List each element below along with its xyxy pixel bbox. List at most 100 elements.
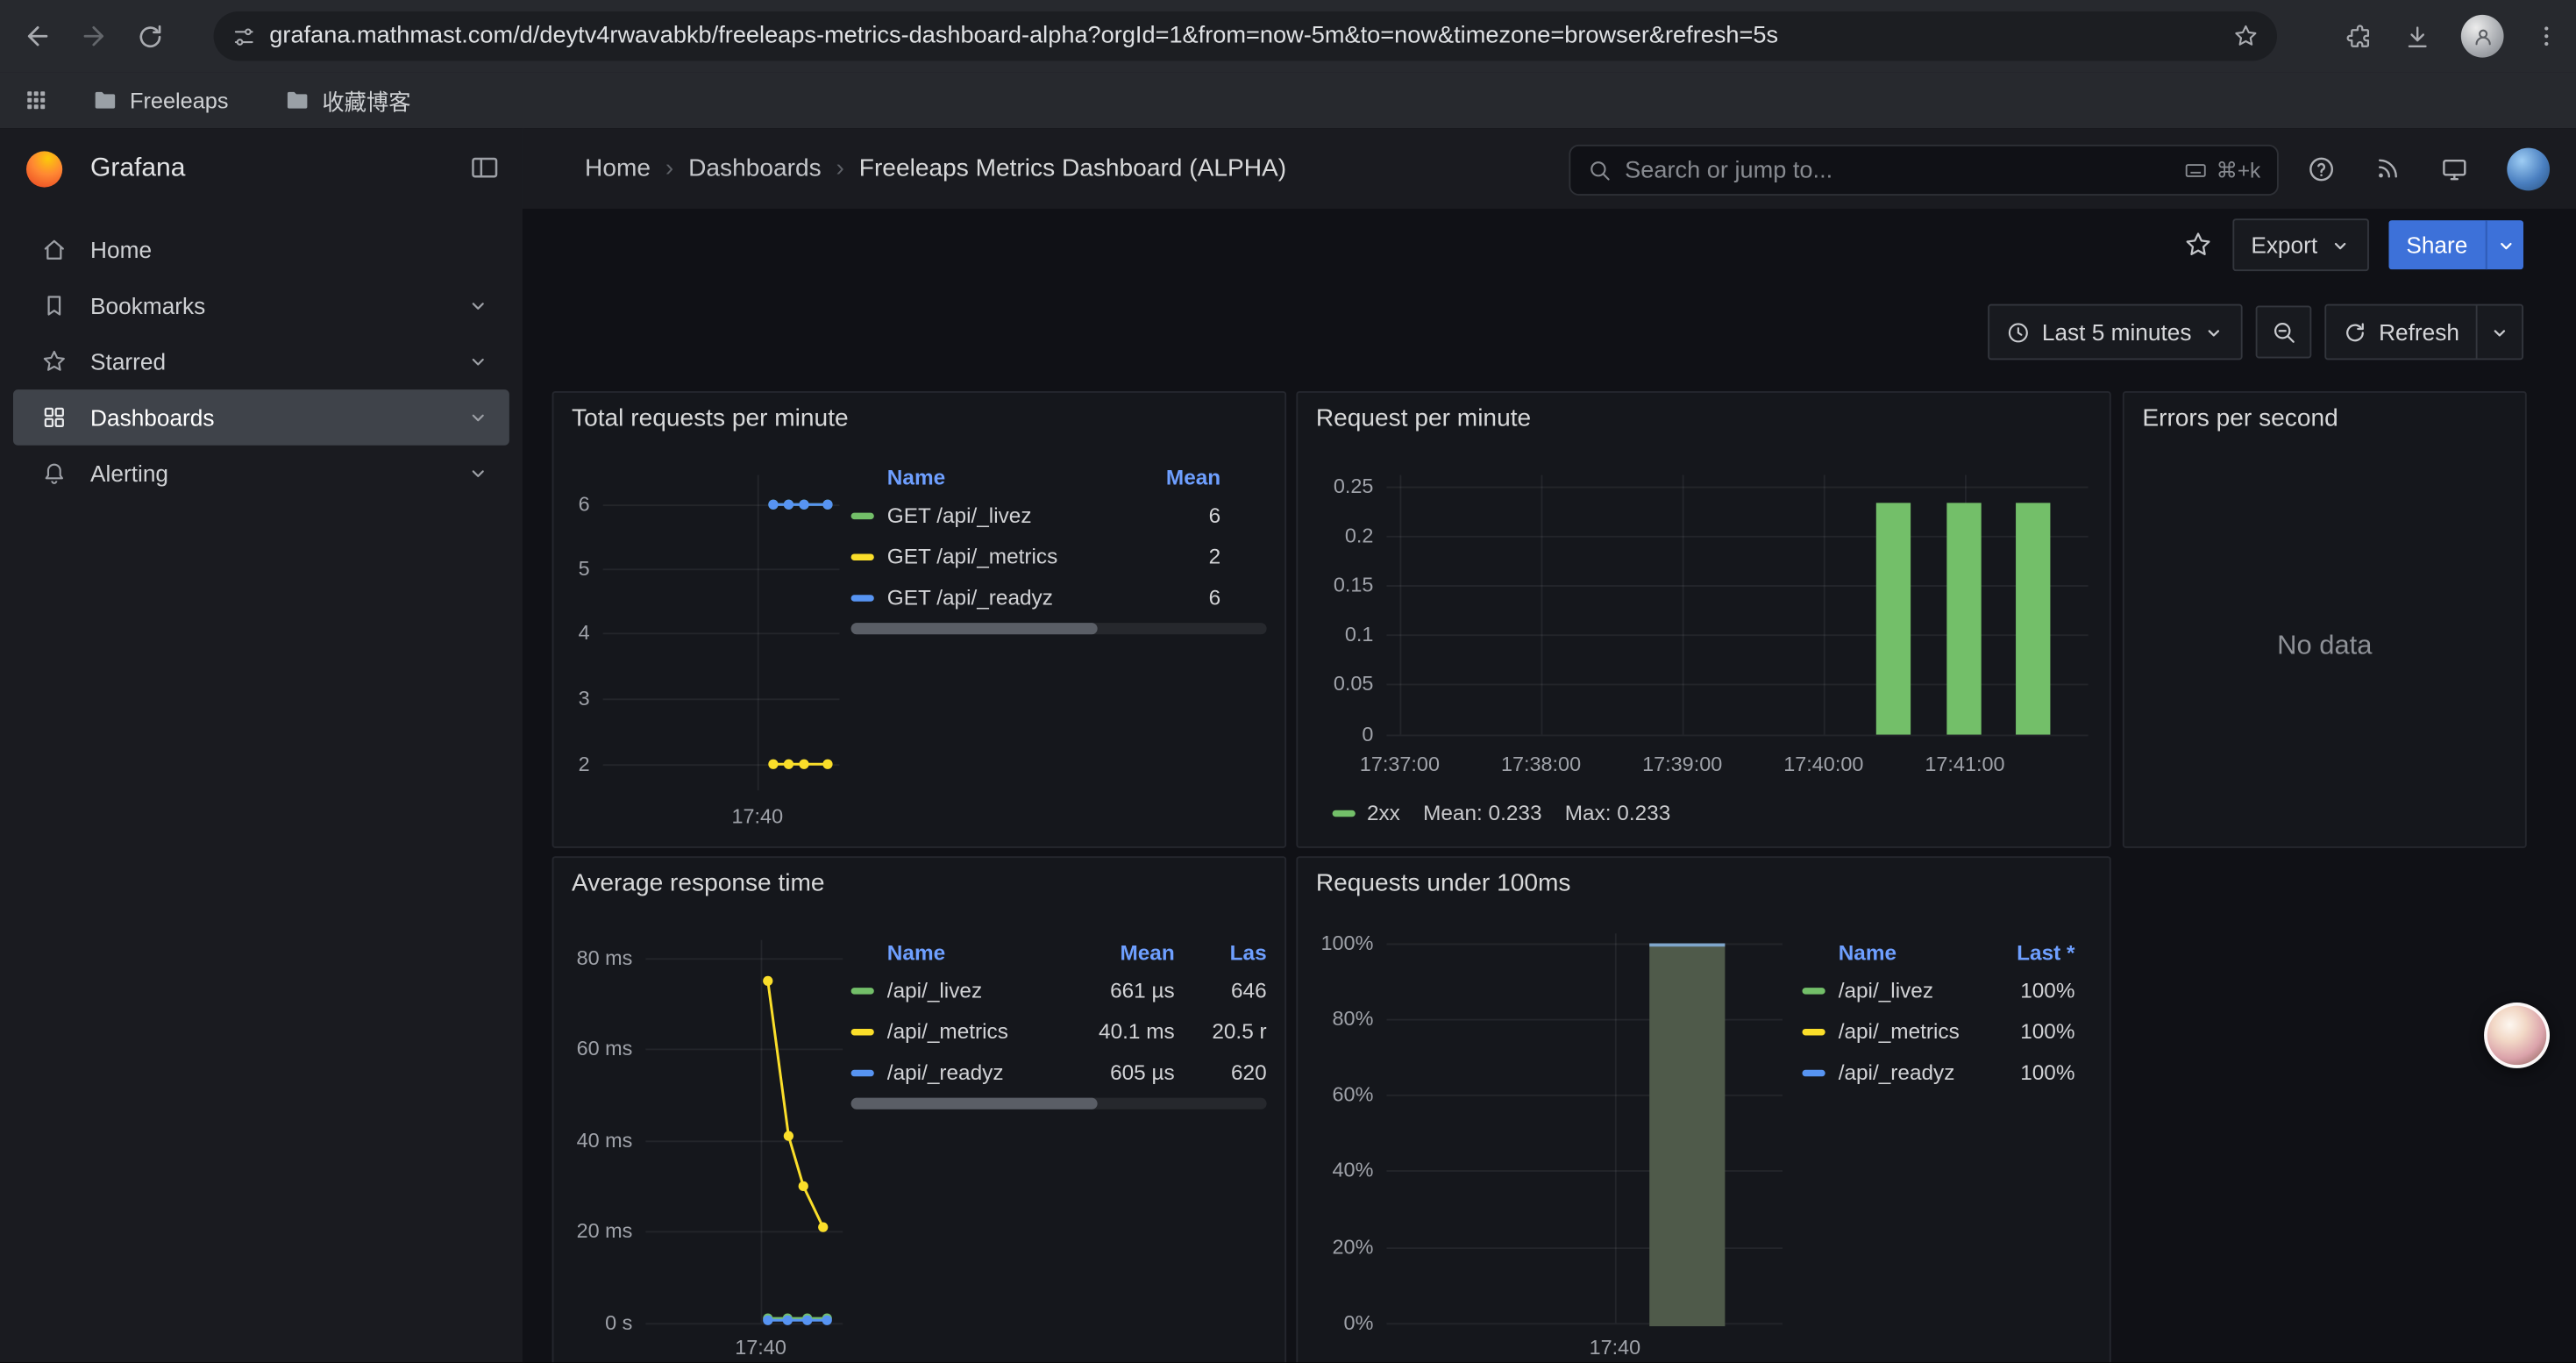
y-axis-tick: 0.05 [1296, 670, 1373, 696]
display-icon[interactable] [2439, 153, 2469, 183]
browser-profile-avatar[interactable] [2461, 15, 2504, 58]
series-swatch [1333, 810, 1356, 816]
legend-row[interactable]: /api/_livez100% [1802, 969, 2074, 1010]
refresh-interval-dropdown[interactable] [2476, 306, 2522, 359]
extensions-icon[interactable] [2346, 22, 2374, 50]
legend-row[interactable]: /api/_metrics100% [1802, 1010, 2074, 1052]
refresh-button[interactable]: Refresh [2326, 306, 2476, 359]
sidebar-item-label: Starred [90, 348, 166, 375]
share-button[interactable]: Share [2388, 220, 2486, 269]
user-avatar[interactable] [2507, 147, 2550, 190]
sidebar-item-dashboards[interactable]: Dashboards [13, 389, 509, 446]
legend-scrollbar[interactable] [851, 623, 1267, 634]
bar-series-segment [2016, 503, 2050, 735]
legend-row[interactable]: GET /api/_livez6 [851, 495, 1267, 536]
sidebar-item-label: Bookmarks [90, 293, 205, 319]
chevron-down-icon[interactable] [466, 294, 489, 317]
bookmark-star-icon[interactable] [2232, 23, 2259, 49]
sidebar-item-label: Dashboards [90, 404, 214, 431]
series-swatch [851, 553, 874, 560]
series-swatch [851, 512, 874, 518]
panel-request-per-minute: Request per minute 0.250.20.150.10.05017… [1296, 391, 2110, 848]
sidebar-item-alerting[interactable]: Alerting [13, 446, 509, 502]
apps-grid-icon[interactable] [23, 87, 49, 113]
sidebar-item-label: Alerting [90, 460, 168, 487]
x-axis-tick: 17:37:00 [1331, 751, 1469, 777]
chevron-down-icon[interactable] [466, 462, 489, 485]
legend-header-cell: Las [1175, 939, 1267, 964]
chevron-down-icon [2329, 234, 2350, 255]
bookmark-folder-blogs[interactable]: 收藏博客 [268, 77, 428, 123]
bookmarks-bar: Freeleaps 收藏博客 [0, 72, 2576, 130]
legend-table: NameMeanGET /api/_livez6GET /api/_metric… [851, 459, 1267, 634]
legend-header-row[interactable]: NameMean [851, 459, 1267, 495]
dock-menu-icon[interactable] [468, 151, 501, 183]
legend-scrollbar[interactable] [851, 1098, 1267, 1110]
legend-row[interactable]: GET /api/_readyz6 [851, 577, 1267, 618]
sidebar-item-home[interactable]: Home [13, 222, 509, 278]
legend-header-row[interactable]: NameLast * [1802, 933, 2074, 969]
downloads-icon[interactable] [2403, 22, 2431, 50]
chart-area[interactable]: 0.250.20.150.10.05017:37:0017:38:0017:39… [1298, 393, 2110, 846]
search-input[interactable]: Search or jump to... ⌘+k [1569, 145, 2278, 196]
panel-average-response-time: Average response time 80 ms60 ms40 ms20 … [552, 856, 1287, 1362]
bookmark-folder-freeleaps[interactable]: Freeleaps [75, 77, 245, 123]
share-dropdown-button[interactable] [2486, 220, 2523, 269]
legend-header-row[interactable]: NameMeanLas [851, 933, 1267, 969]
dashboards-grid-icon [41, 404, 68, 431]
breadcrumb: Home › Dashboards › Freeleaps Metrics Da… [585, 128, 1286, 209]
bell-icon [41, 460, 68, 487]
breadcrumb-separator: › [836, 154, 844, 182]
dashboard-canvas: Export Share [523, 209, 2576, 1362]
back-button[interactable] [10, 8, 66, 64]
panel-title[interactable]: Errors per second [2142, 404, 2338, 432]
y-axis-tick: 60 ms [552, 1035, 633, 1061]
legend-row[interactable]: GET /api/_metrics2 [851, 536, 1267, 577]
chevron-down-icon[interactable] [466, 406, 489, 429]
forward-button[interactable] [66, 8, 122, 64]
y-axis-tick: 20% [1296, 1234, 1373, 1260]
time-range-button[interactable]: Last 5 minutes [1989, 306, 2241, 359]
breadcrumb-dashboards[interactable]: Dashboards [688, 154, 822, 182]
browser-window: grafana.mathmast.com/d/deytv4rwavabkb/fr… [0, 0, 2576, 1362]
time-range-picker: Last 5 minutes [1988, 304, 2243, 360]
series-swatch [851, 594, 874, 600]
breadcrumb-home[interactable]: Home [585, 154, 651, 182]
y-axis-tick: 80 ms [552, 945, 633, 971]
bookmark-label: Freeleaps [130, 88, 229, 112]
url-bar[interactable]: grafana.mathmast.com/d/deytv4rwavabkb/fr… [214, 11, 2277, 61]
y-axis-tick: 0.2 [1296, 523, 1373, 549]
grafana-app: Grafana Home Bookmarks [0, 128, 2576, 1362]
y-axis-tick: 100% [1296, 931, 1373, 957]
legend-row[interactable]: /api/_livez661 µs646 [851, 969, 1267, 1010]
x-axis-tick: 17:40 [692, 1334, 829, 1360]
favorite-dashboard-icon[interactable] [2184, 230, 2214, 260]
browser-menu-icon[interactable] [2533, 23, 2559, 49]
help-icon[interactable] [2307, 153, 2337, 183]
x-axis-tick: 17:38:00 [1472, 751, 1610, 777]
legend-row[interactable]: /api/_readyz605 µs620 [851, 1052, 1267, 1093]
y-axis-tick: 40% [1296, 1157, 1373, 1183]
y-axis-tick: 4 [552, 619, 590, 646]
home-icon [41, 237, 68, 263]
site-settings-icon[interactable] [231, 24, 256, 48]
star-icon [41, 348, 68, 375]
brand-name: Grafana [90, 153, 185, 183]
sidebar-item-bookmarks[interactable]: Bookmarks [13, 278, 509, 334]
legend-header-cell: Name [887, 464, 1149, 489]
chevron-down-icon[interactable] [466, 350, 489, 373]
legend-row[interactable]: /api/_metrics40.1 ms20.5 r [851, 1010, 1267, 1052]
legend-row[interactable]: /api/_readyz100% [1802, 1052, 2074, 1093]
grafana-logo[interactable] [26, 150, 62, 186]
legend-inline[interactable]: 2xx Mean: 0.233 Max: 0.233 [1333, 801, 1671, 825]
screen: grafana.mathmast.com/d/deytv4rwavabkb/fr… [0, 0, 2576, 1363]
legend-scrollbar-thumb [851, 623, 1098, 634]
floating-assistant-avatar[interactable] [2484, 1003, 2550, 1068]
reload-button[interactable] [122, 8, 178, 64]
sidebar-item-starred[interactable]: Starred [13, 333, 509, 389]
export-button[interactable]: Export [2233, 218, 2369, 271]
news-rss-icon[interactable] [2374, 154, 2402, 182]
sidebar-item-label: Home [90, 237, 152, 263]
url-text[interactable]: grafana.mathmast.com/d/deytv4rwavabkb/fr… [269, 23, 2232, 49]
zoom-out-time-button[interactable] [2256, 306, 2312, 359]
